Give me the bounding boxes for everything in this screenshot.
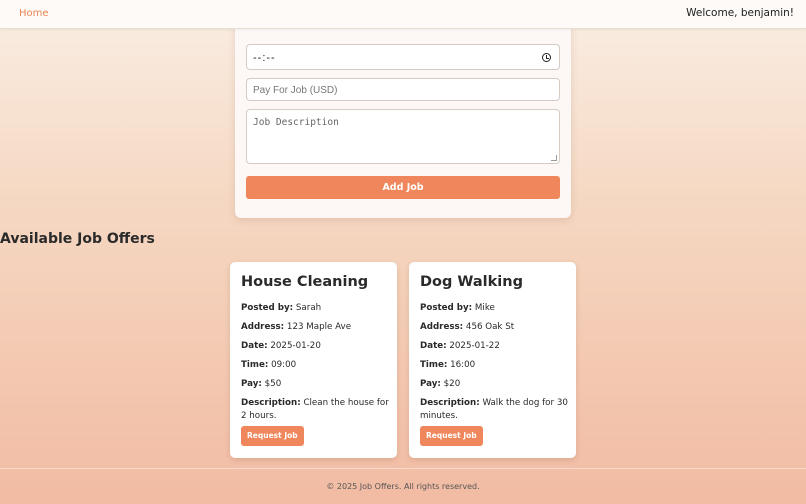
welcome-text: Welcome, benjamin! <box>686 7 794 19</box>
address-value: 123 Maple Ave <box>286 322 352 332</box>
job-card: Dog Walking Posted by: Mike Address: 456… <box>409 262 576 458</box>
posted-by-value: Mike <box>474 303 495 313</box>
job-date: Date: 2025-01-20 <box>241 340 391 353</box>
job-date: Date: 2025-01-22 <box>420 340 570 353</box>
address-label: Address: <box>241 322 285 332</box>
job-description: Description: Walk the dog for 30 minutes… <box>420 397 570 423</box>
home-link[interactable]: Home <box>19 8 49 19</box>
pay-input[interactable]: Pay For Job (USD) <box>246 78 560 101</box>
address-value: 456 Oak St <box>465 322 515 332</box>
footer-copyright: © 2025 Job Offers. All rights reserved. <box>326 482 480 491</box>
description-label: Description: <box>241 398 301 408</box>
job-time: Time: 16:00 <box>420 359 570 372</box>
job-time: Time: 09:00 <box>241 359 391 372</box>
posted-by-label: Posted by: <box>420 303 473 313</box>
date-value: 2025-01-22 <box>449 341 500 351</box>
top-navbar: Home Welcome, benjamin! <box>0 0 806 29</box>
available-job-offers-heading: Available Job Offers <box>0 231 155 247</box>
job-title: House Cleaning <box>241 274 369 290</box>
pay-label: Pay: <box>241 379 262 389</box>
job-card: House Cleaning Posted by: Sarah Address:… <box>230 262 397 458</box>
job-posted-by: Posted by: Mike <box>420 302 570 315</box>
date-label: Date: <box>241 341 268 351</box>
time-value: 16:00 <box>450 360 476 370</box>
posted-by-label: Posted by: <box>241 303 294 313</box>
time-input-value: --:-- <box>253 52 276 64</box>
time-value: 09:00 <box>271 360 297 370</box>
time-label: Time: <box>420 360 448 370</box>
description-placeholder: Job Description <box>253 117 339 128</box>
job-pay: Pay: $20 <box>420 378 570 391</box>
job-address: Address: 123 Maple Ave <box>241 321 391 334</box>
request-job-button[interactable]: Request Job <box>241 426 304 446</box>
posted-by-value: Sarah <box>295 303 322 313</box>
add-job-button[interactable]: Add Job <box>246 176 560 199</box>
add-job-form: --:-- Pay For Job (USD) Job Description … <box>235 0 571 218</box>
pay-input-placeholder: Pay For Job (USD) <box>253 85 338 96</box>
job-time-input[interactable]: --:-- <box>246 44 560 70</box>
pay-label: Pay: <box>420 379 441 389</box>
job-pay: Pay: $50 <box>241 378 391 391</box>
time-label: Time: <box>241 360 269 370</box>
job-title: Dog Walking <box>420 274 523 290</box>
date-label: Date: <box>420 341 447 351</box>
pay-value: $20 <box>443 379 461 389</box>
clock-icon[interactable] <box>542 53 551 62</box>
date-value: 2025-01-20 <box>270 341 321 351</box>
address-label: Address: <box>420 322 464 332</box>
job-description-textarea[interactable]: Job Description <box>246 109 560 164</box>
request-job-button[interactable]: Request Job <box>420 426 483 446</box>
job-address: Address: 456 Oak St <box>420 321 570 334</box>
pay-value: $50 <box>264 379 282 389</box>
description-label: Description: <box>420 398 480 408</box>
resize-grip-icon[interactable] <box>551 155 557 161</box>
job-posted-by: Posted by: Sarah <box>241 302 391 315</box>
footer-divider <box>0 468 806 469</box>
job-description: Description: Clean the house for 2 hours… <box>241 397 391 423</box>
